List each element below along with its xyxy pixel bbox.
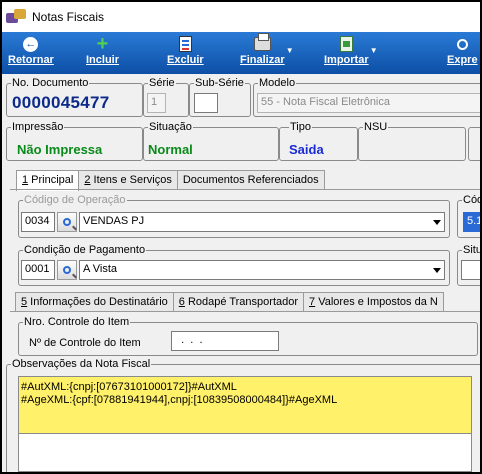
pagamento-label: Condição de Pagamento (23, 244, 147, 256)
chevron-down-icon (433, 220, 441, 225)
item-control-group-label: Nro. Controle do Item (23, 316, 131, 328)
tab-principal[interactable]: 1 Principal (16, 170, 80, 191)
window-title: Notas Fiscais (32, 10, 105, 24)
printer-icon (253, 33, 271, 51)
pagamento-code-field[interactable]: 0001 (21, 260, 55, 280)
item-control-group: Nro. Controle do Item Nº de Controle do … (18, 316, 478, 356)
tipo-value: Saida (289, 142, 324, 157)
observacoes-textarea-blank (18, 434, 472, 472)
import-icon (339, 36, 353, 52)
operacao-lookup-button[interactable] (57, 212, 77, 232)
expre-button[interactable]: Expre (447, 32, 478, 74)
tab-valores-impostos[interactable]: 7 Valores e Impostos da N (303, 292, 444, 311)
magnifier-icon (63, 218, 71, 226)
situacao-label: Situação (148, 121, 193, 133)
operacao-code-field[interactable]: 0034 (21, 212, 55, 232)
detail-tabs: 5 Informações do Destinatário 6 Rodapé T… (2, 292, 480, 312)
serie-group: Série 1 (143, 77, 189, 117)
nsu-label: NSU (363, 121, 389, 133)
finalizar-dropdown-icon[interactable]: ▼ (286, 46, 294, 55)
nsu-group: NSU (358, 121, 466, 161)
excluir-button[interactable]: Excluir (167, 32, 204, 74)
subserie-field[interactable] (194, 93, 218, 113)
subserie-group: Sub-Série (189, 77, 251, 117)
tab-rodape-transportador[interactable]: 6 Rodapé Transportador (172, 292, 305, 311)
retornar-button[interactable]: ← Retornar (8, 32, 54, 74)
pagamento-combo[interactable]: A Vista (79, 260, 445, 280)
doc-number-group: No. Documento 0000045477 (6, 77, 143, 117)
tipo-group: Tipo Saida (279, 121, 358, 161)
chevron-down-icon (433, 268, 441, 273)
situacao-group: Situação Normal (143, 121, 279, 161)
situ-cut-label: Situ (462, 244, 480, 256)
pagamento-lookup-button[interactable] (57, 260, 77, 280)
importar-button[interactable]: Importar ▼ (324, 32, 378, 74)
cut-group-right (468, 127, 480, 161)
subserie-label: Sub-Série (194, 77, 245, 89)
item-control-field[interactable]: . . . (171, 331, 279, 351)
observacoes-textarea[interactable]: #AutXML:{cnpj:[07673101000172]}#AutXML #… (18, 376, 472, 434)
situ-cut-group: Situ (457, 244, 480, 286)
modelo-field[interactable]: 55 - Nota Fiscal Eletrônica (257, 93, 480, 113)
importar-dropdown-icon[interactable]: ▼ (370, 46, 378, 55)
tipo-label: Tipo (289, 121, 312, 133)
observacoes-label: Observações da Nota Fiscal (11, 358, 152, 370)
impressao-value: Não Impressa (17, 142, 103, 157)
operacao-combo[interactable]: VENDAS PJ (79, 212, 445, 232)
finalizar-button[interactable]: Finalizar ▼ (240, 32, 294, 74)
tab-informacoes-destinatario[interactable]: 5 Informações do Destinatário (15, 292, 174, 311)
cod-cut-field[interactable]: 5.1 (463, 212, 480, 232)
serie-field[interactable]: 1 (147, 93, 166, 113)
notas-fiscais-window: Notas Fiscais ← Retornar + Incluir Exclu… (2, 2, 480, 472)
situ-cut-field[interactable] (461, 260, 480, 280)
back-circle-icon: ← (23, 36, 39, 52)
doc-number-label: No. Documento (11, 77, 90, 89)
item-control-label: Nº de Controle do Item (29, 337, 141, 349)
serie-label: Série (148, 77, 176, 89)
title-bar: Notas Fiscais (2, 2, 480, 32)
app-icon (6, 9, 26, 25)
operacao-label: Código de Operação (23, 194, 127, 206)
tab-itens-servicos[interactable]: 2 Itens e Serviços (78, 170, 178, 189)
observacoes-line: #AutXML:{cnpj:[07673101000172]}#AutXML (21, 381, 237, 393)
modelo-group: Modelo 55 - Nota Fiscal Eletrônica (253, 77, 480, 117)
cod-cut-label: Cód (462, 194, 480, 206)
doc-number-value: 0000045477 (12, 93, 110, 112)
main-tabs: 1 Principal 2 Itens e Serviços Documento… (2, 170, 480, 191)
situacao-value: Normal (148, 142, 193, 157)
modelo-label: Modelo (258, 77, 297, 89)
tab-documentos-referenciados[interactable]: Documentos Referenciados (176, 170, 325, 189)
magnifier-icon (63, 266, 71, 274)
operacao-group: Código de Operação 0034 VENDAS PJ (18, 194, 450, 238)
toolbar: ← Retornar + Incluir Excluir Finalizar ▼… (2, 32, 480, 74)
plus-icon: + (96, 33, 109, 55)
detail-tab-divider (10, 311, 480, 312)
observacoes-line: #AgeXML:{cpf:[07881941944],cnpj:[1083950… (21, 394, 338, 406)
incluir-button[interactable]: + Incluir (86, 32, 119, 74)
search-icon (456, 38, 468, 50)
tab-divider (10, 189, 480, 190)
delete-document-icon (178, 36, 192, 52)
impressao-group: Impressão Não Impressa (6, 121, 143, 161)
pagamento-group: Condição de Pagamento 0001 A Vista (18, 244, 450, 286)
impressao-label: Impressão (11, 121, 65, 133)
cod-cut-group: Cód 5.1 (457, 194, 480, 238)
